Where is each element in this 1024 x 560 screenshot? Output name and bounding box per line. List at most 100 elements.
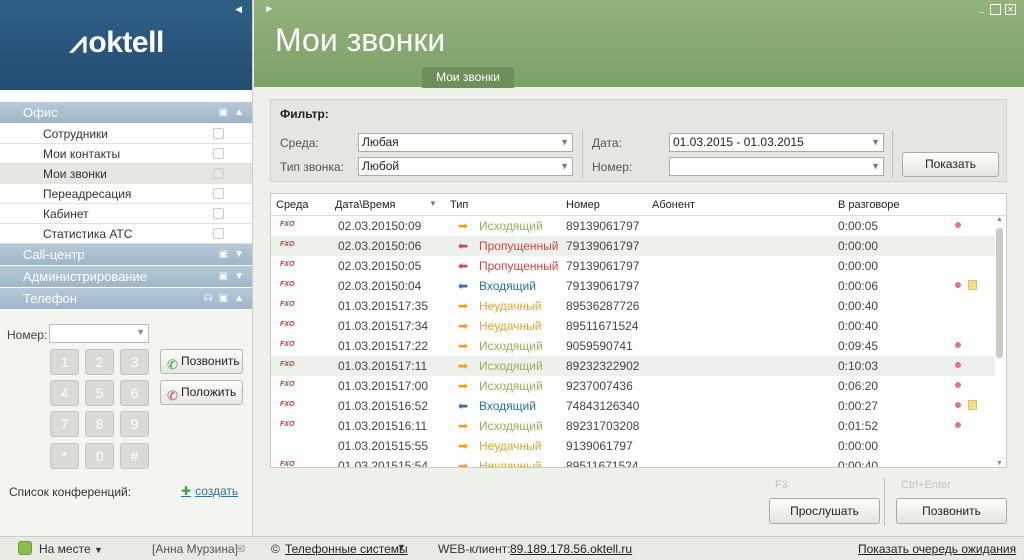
- recording-dot-icon[interactable]: [955, 362, 961, 368]
- phone-number-input[interactable]: ▼: [49, 324, 149, 343]
- sidebar-item-employees[interactable]: Сотрудники: [0, 124, 252, 144]
- hangup-button[interactable]: ✆ Положить: [160, 380, 243, 405]
- table-row[interactable]: FXO 02.03.2015 0:06 ⬅ Пропущенный 79139061797…: [271, 236, 995, 256]
- table-row[interactable]: FXO 01.03.2015 15:54 ➡ Неудачный 89511671524 0…: [271, 456, 995, 467]
- chevron-down-icon[interactable]: ▼: [397, 542, 406, 552]
- table-row[interactable]: FXO 01.03.2015 17:00 ➡ Исходящий 9237007436 0:…: [271, 376, 995, 396]
- create-conference-link[interactable]: ✚ создать: [181, 484, 238, 498]
- table-row[interactable]: FXO 01.03.2015 17:11 ➡ Исходящий 89232322902 0…: [271, 356, 995, 376]
- pin-icon[interactable]: [213, 128, 224, 139]
- key-9[interactable]: 9: [120, 411, 149, 437]
- scroll-down-icon[interactable]: ▼: [995, 460, 1004, 467]
- vertical-scrollbar[interactable]: ▲ ▼: [995, 216, 1004, 467]
- sidebar-item-forwarding[interactable]: Переадресация: [0, 184, 252, 204]
- call-button[interactable]: ✆ Позвонить: [160, 349, 243, 374]
- chevron-down-icon[interactable]: ▼: [560, 134, 569, 151]
- pin-icon[interactable]: ▣: [219, 266, 228, 288]
- nav-section-administration[interactable]: Администрирование ▣ ▼: [0, 266, 252, 288]
- nav-section-office[interactable]: Офис ▣ ▲: [0, 102, 252, 124]
- table-row[interactable]: FXO 01.03.2015 16:11 ➡ Исходящий 89231703208 0…: [271, 416, 995, 436]
- nav-section-call-center[interactable]: Call-центр ▣ ▼: [0, 244, 252, 266]
- company-link[interactable]: Телефонные системы: [285, 542, 408, 556]
- table-row[interactable]: FXO 01.03.2015 17:35 ➡ Неудачный 89536287726 0…: [271, 296, 995, 316]
- recording-dot-icon[interactable]: [955, 402, 961, 408]
- pin-icon[interactable]: [213, 188, 224, 199]
- presence-selector[interactable]: На месте ▼: [39, 542, 103, 556]
- expand-down-icon[interactable]: ▼: [234, 244, 244, 266]
- key-hash[interactable]: #: [120, 443, 149, 469]
- sort-desc-icon[interactable]: ▼: [429, 199, 437, 208]
- expand-sidebar-icon[interactable]: ▶: [266, 4, 272, 13]
- table-row[interactable]: FXO 02.03.2015 0:04 ⬅ Входящий 79139061797 0:0…: [271, 276, 995, 296]
- key-6[interactable]: 6: [120, 380, 149, 406]
- col-subscriber[interactable]: Абонент: [652, 199, 695, 211]
- minimize-icon[interactable]: _: [976, 4, 987, 15]
- presence-status-icon[interactable]: [18, 541, 32, 555]
- sidebar-item-pbx-stats[interactable]: Статистика АТС: [0, 224, 252, 244]
- key-3[interactable]: 3: [120, 349, 149, 375]
- chevron-down-icon[interactable]: ▼: [136, 327, 145, 337]
- number-filter-input[interactable]: ▼: [669, 157, 884, 176]
- maximize-icon[interactable]: [990, 4, 1001, 15]
- headset-icon[interactable]: ☊: [204, 288, 213, 310]
- table-row[interactable]: FXO 01.03.2015 16:52 ⬅ Входящий 74843126340 0:…: [271, 396, 995, 416]
- chevron-down-icon[interactable]: ▼: [871, 134, 880, 151]
- chevron-down-icon[interactable]: ▼: [94, 545, 103, 555]
- nav-section-phone[interactable]: Телефон ☊ ▣ ▲: [0, 288, 252, 310]
- pin-icon[interactable]: [213, 228, 224, 239]
- recording-dot-icon[interactable]: [955, 282, 961, 288]
- col-duration[interactable]: В разговоре: [838, 199, 900, 211]
- chevron-down-icon[interactable]: ▼: [560, 158, 569, 175]
- recording-dot-icon[interactable]: [955, 342, 961, 348]
- col-type[interactable]: Тип: [450, 199, 468, 211]
- expand-down-icon[interactable]: ▼: [234, 266, 244, 288]
- collapse-up-icon[interactable]: ▲: [234, 288, 244, 310]
- collapse-sidebar-icon[interactable]: ◀: [235, 4, 242, 15]
- pin-icon[interactable]: [213, 148, 224, 159]
- web-client-link[interactable]: 89.189.178.56.oktell.ru: [510, 542, 632, 556]
- close-icon[interactable]: ✕: [1005, 4, 1016, 15]
- calltype-select[interactable]: Любой ▼: [358, 157, 573, 176]
- table-row[interactable]: 01.03.2015 15:55 ➡ Неудачный 9139061797 0:00:…: [271, 436, 995, 456]
- key-2[interactable]: 2: [85, 349, 114, 375]
- key-5[interactable]: 5: [85, 380, 114, 406]
- col-env[interactable]: Среда: [276, 199, 308, 211]
- recording-dot-icon[interactable]: [955, 382, 961, 388]
- mail-icon[interactable]: ✉: [235, 542, 245, 556]
- note-icon[interactable]: [968, 400, 977, 410]
- table-row[interactable]: FXO 01.03.2015 17:22 ➡ Исходящий 9059590741 0:…: [271, 336, 995, 356]
- sidebar-item-cabinet[interactable]: Кабинет: [0, 204, 252, 224]
- key-4[interactable]: 4: [50, 380, 79, 406]
- recording-dot-icon[interactable]: [955, 222, 961, 228]
- table-row[interactable]: FXO 02.03.2015 0:05 ⬅ Пропущенный 79139061797…: [271, 256, 995, 276]
- call-selected-button[interactable]: Позвонить: [896, 498, 1007, 524]
- sidebar-item-my-calls[interactable]: Мои звонки: [0, 164, 252, 184]
- scroll-thumb[interactable]: [996, 228, 1003, 358]
- pin-icon[interactable]: [213, 208, 224, 219]
- table-row[interactable]: FXO 02.03.2015 0:09 ➡ Исходящий 89139061797 0:…: [271, 216, 995, 236]
- note-icon[interactable]: [968, 280, 977, 290]
- show-button[interactable]: Показать: [902, 152, 999, 177]
- collapse-up-icon[interactable]: ▲: [234, 102, 244, 124]
- listen-button[interactable]: Прослушать: [769, 498, 880, 524]
- show-queue-link[interactable]: Показать очередь ожидания: [858, 542, 1016, 556]
- recording-dot-icon[interactable]: [955, 422, 961, 428]
- pin-icon[interactable]: ▣: [219, 102, 228, 124]
- key-star[interactable]: *: [50, 443, 79, 469]
- key-0[interactable]: 0: [85, 443, 114, 469]
- key-1[interactable]: 1: [50, 349, 79, 375]
- chevron-down-icon[interactable]: ▼: [871, 158, 880, 175]
- pin-icon[interactable]: [213, 168, 224, 179]
- env-select[interactable]: Любая ▼: [358, 133, 573, 152]
- col-number[interactable]: Номер: [566, 199, 600, 211]
- pin-icon[interactable]: ▣: [219, 288, 228, 310]
- tab-my-calls[interactable]: Мои звонки: [422, 67, 514, 88]
- pin-icon[interactable]: ▣: [219, 244, 228, 266]
- key-7[interactable]: 7: [50, 411, 79, 437]
- key-8[interactable]: 8: [85, 411, 114, 437]
- scroll-up-icon[interactable]: ▲: [995, 216, 1004, 223]
- table-row[interactable]: FXO 01.03.2015 17:34 ➡ Неудачный 89511671524 0…: [271, 316, 995, 336]
- col-datetime[interactable]: Дата\Время: [335, 199, 396, 211]
- sidebar-item-my-contacts[interactable]: Мои контакты: [0, 144, 252, 164]
- date-range-select[interactable]: 01.03.2015 - 01.03.2015 ▼: [669, 133, 884, 152]
